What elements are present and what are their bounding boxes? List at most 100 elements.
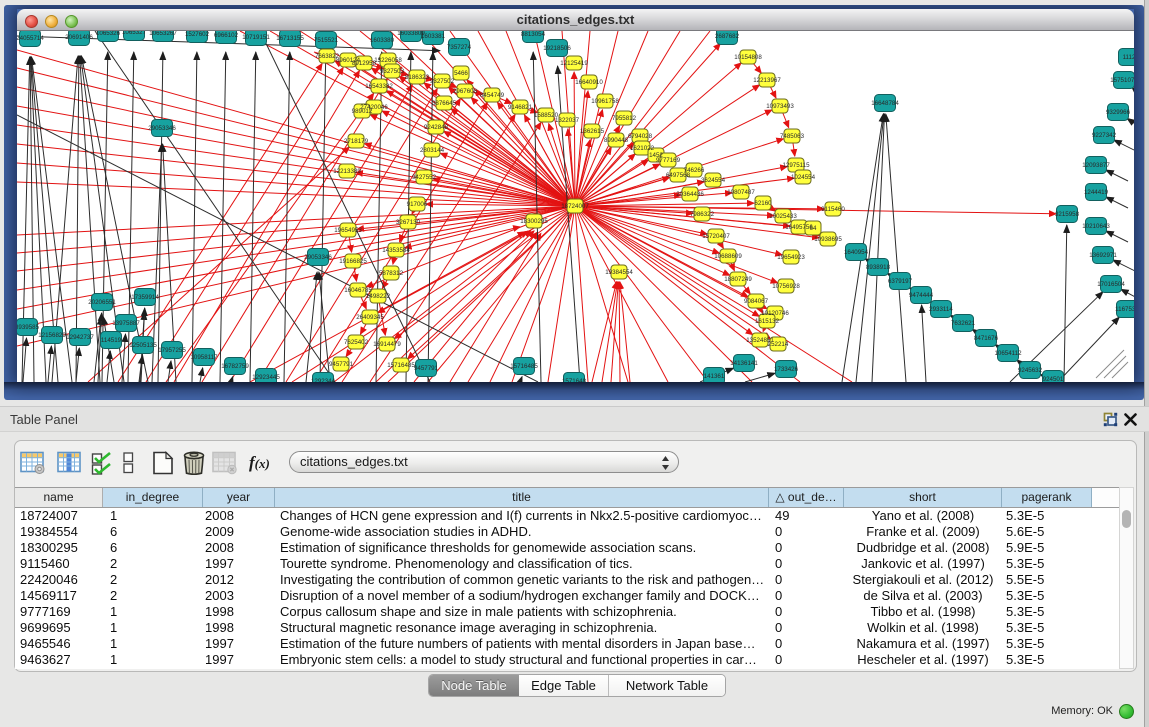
svg-text:7986322: 7986322 xyxy=(690,211,715,218)
svg-text:14353584: 14353584 xyxy=(382,247,410,254)
svg-text:14136141: 14136141 xyxy=(730,360,758,367)
svg-text:13692971: 13692971 xyxy=(1089,252,1117,259)
svg-text:9474444: 9474444 xyxy=(909,292,934,299)
svg-text:8912958: 8912958 xyxy=(352,60,377,67)
svg-text:1322037: 1322037 xyxy=(555,117,580,124)
svg-text:1065326: 1065326 xyxy=(96,31,121,37)
svg-text:17957255: 17957255 xyxy=(158,347,186,354)
svg-text:64: 64 xyxy=(810,225,817,232)
svg-text:62160: 62160 xyxy=(754,200,772,207)
svg-text:10973493: 10973493 xyxy=(766,103,794,110)
svg-text:15716485: 15716485 xyxy=(387,362,415,369)
svg-text:10120746: 10120746 xyxy=(761,310,789,317)
svg-text:6966102: 6966102 xyxy=(214,32,239,39)
svg-text:1640954: 1640954 xyxy=(844,249,869,256)
svg-text:10719151: 10719151 xyxy=(242,34,270,41)
svg-text:19218506: 19218506 xyxy=(543,45,571,52)
svg-text:15720407: 15720407 xyxy=(702,233,730,240)
svg-text:12942737: 12942737 xyxy=(66,334,94,341)
svg-text:18807249: 18807249 xyxy=(724,276,752,283)
svg-text:7357274: 7357274 xyxy=(447,44,472,51)
svg-text:20206551: 20206551 xyxy=(88,299,116,306)
svg-text:7485063: 7485063 xyxy=(780,133,805,140)
svg-text:26409345: 26409345 xyxy=(356,314,384,321)
svg-text:1024554: 1024554 xyxy=(791,174,816,181)
svg-text:10688609: 10688609 xyxy=(714,253,742,260)
svg-text:18300295: 18300295 xyxy=(520,218,548,225)
svg-text:19654923: 19654923 xyxy=(777,254,805,261)
svg-text:24055714: 24055714 xyxy=(17,35,44,42)
svg-text:6379197: 6379197 xyxy=(888,278,913,285)
svg-text:1527602: 1527602 xyxy=(185,31,210,38)
svg-text:9327503: 9327503 xyxy=(380,68,405,75)
svg-text:29053346: 29053346 xyxy=(304,254,332,261)
svg-text:19166825: 19166825 xyxy=(339,258,367,265)
svg-text:8471676: 8471676 xyxy=(974,335,999,342)
svg-text:19654953: 19654953 xyxy=(334,227,362,234)
svg-text:10210643: 10210643 xyxy=(1082,223,1110,230)
svg-text:9327502: 9327502 xyxy=(430,78,455,85)
svg-text:9115460: 9115460 xyxy=(821,206,845,213)
svg-text:12213389: 12213389 xyxy=(333,168,361,175)
svg-text:10154808: 10154808 xyxy=(734,54,762,61)
svg-text:252214: 252214 xyxy=(768,341,789,348)
svg-text:917006: 917006 xyxy=(407,201,428,208)
svg-text:12975115: 12975115 xyxy=(782,162,810,169)
svg-text:12156829: 12156829 xyxy=(38,332,66,339)
svg-text:12213967: 12213967 xyxy=(753,77,781,84)
svg-text:10958117: 10958117 xyxy=(190,354,218,361)
svg-text:924501: 924501 xyxy=(1043,376,1064,382)
svg-text:9427552: 9427552 xyxy=(412,174,437,181)
svg-text:7515521: 7515521 xyxy=(314,37,339,44)
svg-text:19384554: 19384554 xyxy=(605,269,633,276)
svg-text:8938918: 8938918 xyxy=(866,264,891,271)
svg-text:8454749: 8454749 xyxy=(480,92,505,99)
svg-text:1603381: 1603381 xyxy=(421,33,446,40)
svg-text:17016504: 17016504 xyxy=(1097,281,1125,288)
svg-text:12125419: 12125419 xyxy=(560,60,588,67)
svg-text:9329966: 9329966 xyxy=(1106,109,1131,116)
svg-text:2718179: 2718179 xyxy=(344,138,369,145)
svg-text:3624554: 3624554 xyxy=(701,177,726,184)
svg-text:2803144: 2803144 xyxy=(420,147,445,154)
svg-text:5466: 5466 xyxy=(454,70,468,77)
svg-text:114519: 114519 xyxy=(101,337,122,344)
svg-text:12923445: 12923445 xyxy=(252,374,280,381)
svg-text:1621022: 1621022 xyxy=(630,145,655,152)
svg-text:7625402: 7625402 xyxy=(344,339,369,346)
svg-text:3267130: 3267130 xyxy=(396,219,421,226)
svg-text:10807487: 10807487 xyxy=(727,189,755,196)
svg-text:1292344: 1292344 xyxy=(311,378,336,382)
svg-text:16713155: 16713155 xyxy=(276,35,304,42)
svg-text:7632621: 7632621 xyxy=(951,320,976,327)
svg-text:8990448: 8990448 xyxy=(604,137,629,144)
svg-text:9084067: 9084067 xyxy=(744,298,769,305)
svg-text:16640910: 16640910 xyxy=(575,79,603,86)
svg-text:1498222: 1498222 xyxy=(366,293,391,300)
svg-text:141361: 141361 xyxy=(704,373,725,380)
svg-text:15751074: 15751074 xyxy=(1110,77,1134,84)
svg-text:15716485: 15716485 xyxy=(510,363,538,370)
svg-text:1603380: 1603380 xyxy=(370,37,395,44)
svg-text:8186323: 8186323 xyxy=(405,74,430,81)
svg-text:9457791: 9457791 xyxy=(329,361,354,368)
svg-text:9777169: 9777169 xyxy=(656,157,681,164)
svg-text:18724007: 18724007 xyxy=(561,203,589,210)
svg-text:3876645: 3876645 xyxy=(432,100,457,107)
svg-text:746266: 746266 xyxy=(684,167,705,174)
svg-text:16648784: 16648784 xyxy=(871,100,899,107)
svg-text:3939585: 3939585 xyxy=(17,324,40,331)
svg-text:8813054: 8813054 xyxy=(521,31,546,38)
svg-text:1571648: 1571648 xyxy=(562,378,587,382)
svg-text:1167533: 1167533 xyxy=(1115,306,1134,313)
svg-text:9146821: 9146821 xyxy=(508,104,533,111)
svg-text:20364436: 20364436 xyxy=(676,191,704,198)
svg-text:3215958: 3215958 xyxy=(1055,211,1080,218)
svg-text:2933114: 2933114 xyxy=(929,306,953,313)
svg-text:9245632: 9245632 xyxy=(1018,367,1043,374)
svg-text:20691406: 20691406 xyxy=(65,34,93,41)
svg-text:10756928: 10756928 xyxy=(772,283,800,290)
svg-text:5878312: 5878312 xyxy=(379,270,404,277)
svg-text:12505135: 12505135 xyxy=(129,342,157,349)
svg-text:2687682: 2687682 xyxy=(715,33,740,40)
